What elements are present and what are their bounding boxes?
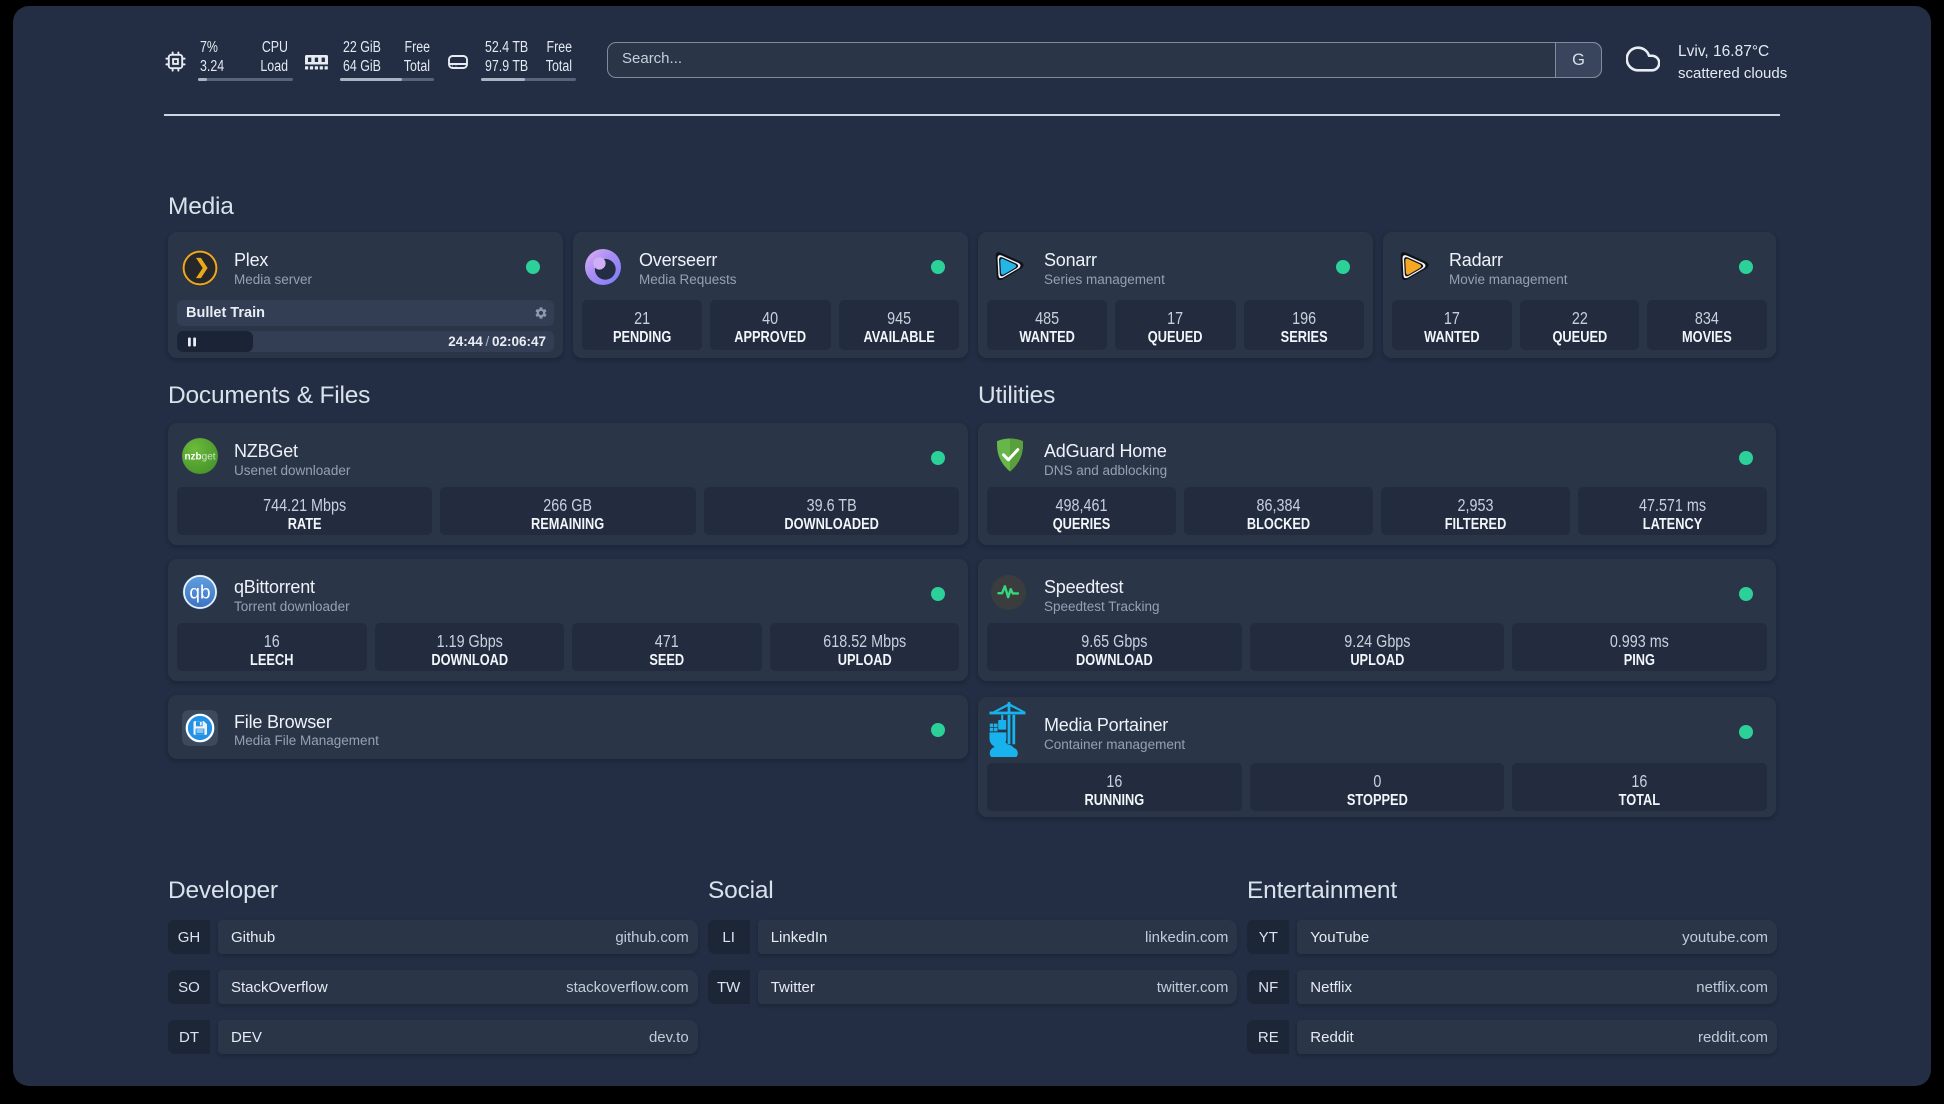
svg-text:qb: qb xyxy=(189,583,210,604)
svg-text:nzbget: nzbget xyxy=(184,452,215,463)
